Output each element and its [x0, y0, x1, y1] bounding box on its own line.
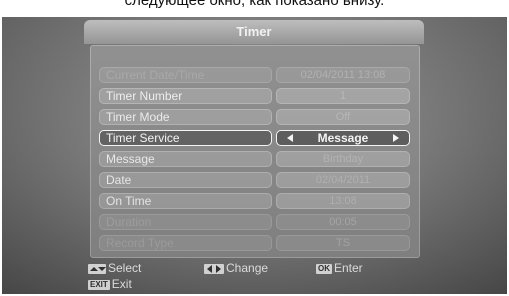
caption: следующее окно, как показано внизу. [124, 0, 385, 9]
timer-service-selector[interactable]: Message [276, 130, 410, 146]
row-label: On Time [99, 193, 272, 209]
row-label: Message [99, 151, 272, 167]
row-label: Record Type [99, 235, 272, 251]
hint-enter-label: Enter [334, 261, 363, 275]
hint-select: Select [88, 261, 141, 275]
arrow-left-icon[interactable] [287, 134, 293, 142]
row-value: 00:05 [276, 214, 410, 230]
row-timer-mode[interactable]: Timer Mode Off [99, 109, 412, 125]
row-value[interactable]: 13:08 [276, 193, 410, 209]
row-message[interactable]: Message Birthday [99, 151, 412, 167]
row-timer-service[interactable]: Timer Service Message [99, 130, 412, 146]
up-down-key-icon [88, 263, 106, 274]
row-on-time[interactable]: On Time 13:08 [99, 193, 412, 209]
hint-select-label: Select [108, 261, 142, 275]
row-value: Message [317, 131, 369, 145]
hint-exit-label: Exit [111, 277, 132, 291]
footer-hints: Select Change OK Enter EXIT Exit [88, 260, 428, 294]
row-label: Timer Mode [99, 109, 272, 125]
ok-key-icon: OK [316, 263, 332, 274]
row-label: Timer Service [99, 130, 272, 146]
hint-enter: OK Enter [316, 261, 363, 275]
hint-change-label: Change [226, 261, 269, 275]
exit-key-icon: EXIT [88, 279, 110, 290]
window-title: Timer [84, 20, 424, 44]
row-label: Current Date/Time [99, 67, 272, 83]
row-record-type: Record Type TS [99, 235, 412, 251]
row-duration: Duration 00:05 [99, 214, 412, 230]
row-value[interactable]: Off [276, 109, 410, 125]
row-value: 02/04/2011 13:08 [276, 67, 410, 83]
row-current-date-time: Current Date/Time 02/04/2011 13:08 [99, 67, 412, 83]
hint-change: Change [204, 261, 268, 275]
tv-screen: Timer Current Date/Time 02/04/2011 13:08… [2, 17, 507, 294]
row-value[interactable]: 1 [276, 88, 410, 104]
row-value: TS [276, 235, 410, 251]
row-value[interactable]: 02/04/2011 [276, 172, 410, 188]
row-label: Duration [99, 214, 272, 230]
left-right-key-icon [204, 263, 224, 274]
row-label: Date [99, 172, 272, 188]
row-date[interactable]: Date 02/04/2011 [99, 172, 412, 188]
row-label: Timer Number [99, 88, 272, 104]
hint-exit: EXIT Exit [88, 277, 132, 291]
row-timer-number[interactable]: Timer Number 1 [99, 88, 412, 104]
row-value[interactable]: Birthday [276, 151, 410, 167]
arrow-right-icon[interactable] [393, 134, 399, 142]
